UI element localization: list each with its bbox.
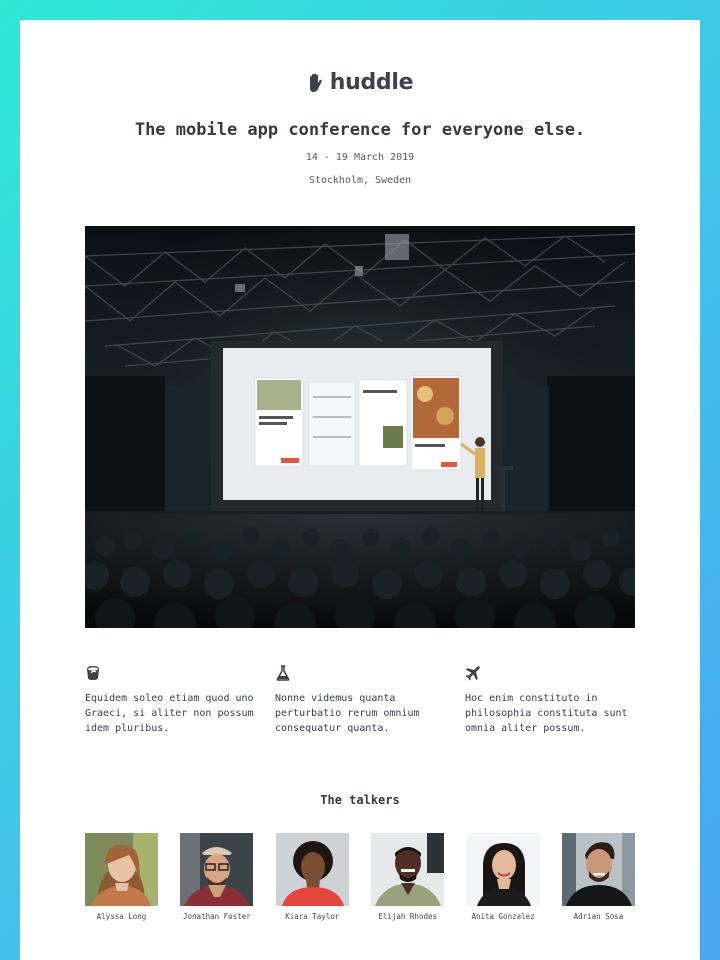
hero-image — [85, 226, 635, 628]
feature-item: Hoc enim constituto in philosophia const… — [465, 665, 635, 736]
talker-name: Elijah Rhodes — [378, 912, 438, 921]
brand-name: huddle — [329, 70, 414, 95]
flask-icon — [276, 665, 290, 681]
talker-name: Jonathan Foster — [183, 912, 251, 921]
event-location: Stockholm, Sweden — [308, 175, 412, 186]
talker-name: Adrian Sosa — [573, 912, 624, 921]
feature-text: Equidem soleo etiam quod uno Graeci, si … — [85, 693, 254, 734]
airplane-icon — [465, 666, 480, 681]
talker-name: Alyssa Long — [96, 912, 147, 921]
avatar — [85, 833, 158, 906]
avatar — [275, 833, 349, 906]
avatar — [180, 833, 254, 906]
talker-card[interactable]: Jonathan Foster — [180, 833, 254, 921]
paint-bucket-icon — [87, 666, 99, 680]
avatar — [466, 833, 540, 906]
avatar — [371, 833, 445, 906]
feature-item: Nonne videmus quanta perturbatio rerum o… — [275, 665, 445, 736]
talker-card[interactable]: Adrian Sosa — [561, 833, 635, 921]
features: Equidem soleo etiam quod uno Graeci, si … — [85, 665, 635, 736]
feature-item: Equidem soleo etiam quod uno Graeci, si … — [85, 665, 255, 736]
talker-card[interactable]: Alyssa Long — [85, 833, 158, 921]
talker-card[interactable]: Kiara Taylor — [275, 833, 349, 921]
avatar — [561, 833, 635, 906]
conference-stage-photo — [85, 226, 635, 628]
feature-text: Hoc enim constituto in philosophia const… — [465, 693, 628, 734]
talkers-list: Alyssa Long Jonathan Foster Kiara Taylor… — [85, 833, 635, 921]
event-date: 14 - 19 March 2019 — [305, 152, 415, 163]
talker-card[interactable]: Elijah Rhodes — [371, 833, 445, 921]
talker-name: Anita Gonzalez — [471, 912, 535, 921]
talker-card[interactable]: Anita Gonzalez — [466, 833, 540, 921]
feature-text: Nonne videmus quanta perturbatio rerum o… — [275, 693, 420, 734]
logo[interactable]: huddle — [20, 70, 700, 95]
page-card: huddle The mobile app conference for eve… — [20, 20, 700, 960]
talker-name: Kiara Taylor — [285, 912, 340, 921]
hand-icon — [309, 73, 322, 92]
talkers-heading: The talkers — [320, 793, 400, 807]
page-title: The mobile app conference for everyone e… — [134, 120, 586, 140]
